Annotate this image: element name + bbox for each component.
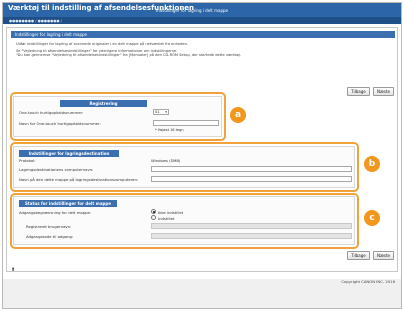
- callout-badge-b: b: [364, 156, 380, 172]
- callout-frame-b: [10, 142, 359, 192]
- browser-frame: Værktøj til indstilling af afsendelsesfu…: [2, 2, 402, 309]
- copyright: Copyright CANON INC. 2016: [341, 279, 395, 284]
- callout-badge-a: a: [230, 107, 246, 123]
- page-subtitle: Indstillinger for lagring i delt mappe: [156, 8, 228, 13]
- callout-frame-a: [10, 92, 226, 141]
- back-button-bottom[interactable]: Tilbage: [347, 251, 370, 260]
- desc-line: Udfør indstillinger for lagring af scann…: [16, 42, 189, 46]
- page-description: Udfør indstillinger for lagring af scann…: [16, 42, 386, 59]
- desc-line: "Du kan gennemse "Vejledning til afsende…: [16, 53, 241, 58]
- app-header: Værktøj til indstilling af afsendelsesfu…: [3, 3, 401, 17]
- next-button[interactable]: Næste: [373, 87, 394, 96]
- next-button-bottom[interactable]: Næste: [373, 251, 394, 260]
- breadcrumb-text: ●●●●●●●● / ●●●●●●● /: [9, 18, 62, 23]
- callout-badge-c: c: [364, 210, 380, 226]
- breadcrumb: ●●●●●●●● / ●●●●●●● /: [3, 17, 401, 24]
- footer: Copyright CANON INC. 2016: [3, 279, 401, 308]
- callout-frame-c: [10, 193, 359, 249]
- main-content: Indstillinger for lagring i delt mappe U…: [6, 27, 398, 272]
- page-title: Indstillinger for lagring i delt mappe: [11, 31, 395, 38]
- page-top-icon[interactable]: ⬆: [11, 267, 15, 273]
- back-button[interactable]: Tilbage: [347, 87, 370, 96]
